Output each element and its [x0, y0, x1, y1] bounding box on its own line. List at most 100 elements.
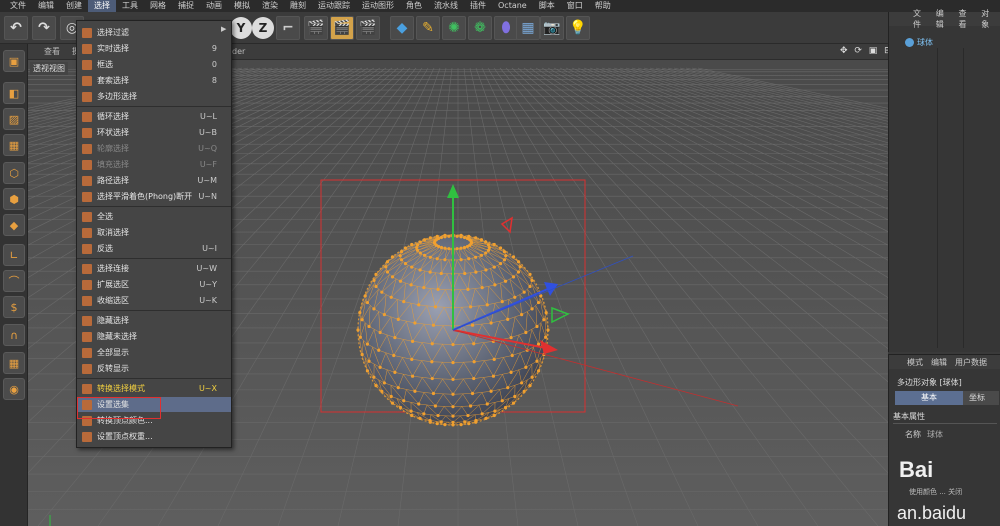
menu-item[interactable]: 流水线 — [428, 0, 464, 12]
solo-icon[interactable]: ◉ — [3, 378, 25, 400]
magnet-icon[interactable]: ∩ — [3, 324, 25, 346]
coordinate-system-icon[interactable]: ⌐ — [276, 16, 300, 40]
menu-item[interactable]: 文件 — [4, 0, 32, 12]
menu-item[interactable]: 编辑 — [32, 0, 60, 12]
select-menu-item[interactable]: 全部显示 — [77, 345, 231, 360]
tweak-mode-icon[interactable]: ⌒ — [3, 270, 25, 292]
select-menu-item[interactable]: 环状选择 U~B — [77, 125, 231, 140]
subdivision-icon[interactable]: ✺ — [442, 16, 466, 40]
menu-item-label: 选择连接 — [97, 264, 129, 273]
menu-item-icon — [82, 59, 92, 70]
menu-item-label: 实时选择 — [97, 44, 129, 53]
om-menu-edit[interactable]: 编辑 — [932, 8, 955, 30]
select-menu-item[interactable]: 选择平滑着色(Phong)断开 U~N — [77, 189, 231, 204]
make-editable-icon[interactable]: ▣ — [3, 50, 25, 72]
select-menu-item[interactable]: 框选 0 — [77, 57, 231, 72]
menu-item-icon — [82, 279, 92, 290]
select-menu-item[interactable]: 多边形选择 — [77, 89, 231, 104]
select-menu-item[interactable]: 循环选择 U~L — [77, 109, 231, 124]
redo-icon[interactable]: ↷ — [32, 16, 56, 40]
om-menu-view[interactable]: 查看 — [955, 8, 978, 30]
camera-icon[interactable]: 📷 — [540, 16, 564, 40]
menu-item[interactable]: 运动图形 — [356, 0, 400, 12]
menu-item[interactable]: 脚本 — [533, 0, 561, 12]
menu-item[interactable]: 捕捉 — [172, 0, 200, 12]
menu-item[interactable]: 角色 — [400, 0, 428, 12]
menu-separator — [77, 378, 231, 379]
axis-mode-icon[interactable]: ∟ — [3, 244, 25, 266]
menu-item-label: 反选 — [97, 244, 113, 253]
menu-item-icon — [82, 175, 92, 186]
menu-item[interactable]: 网格 — [144, 0, 172, 12]
select-menu-item[interactable]: 反转显示 — [77, 361, 231, 376]
render-settings-icon[interactable]: 🎬 — [356, 16, 380, 40]
tab-coord[interactable]: 坐标 — [963, 391, 999, 405]
object-name[interactable]: 球体 — [917, 37, 933, 48]
om-menu-object[interactable]: 对象 — [977, 8, 1000, 30]
workplane-lock-icon[interactable]: ▦ — [3, 352, 25, 374]
menu-item[interactable]: 插件 — [464, 0, 492, 12]
name-field[interactable]: 名称 球体 — [905, 429, 943, 440]
cloner-icon[interactable]: ❁ — [468, 16, 492, 40]
select-menu-item[interactable]: 轮廓选择 U~Q — [77, 141, 231, 156]
render-picture-viewer-icon[interactable]: 🎬 — [330, 16, 354, 40]
select-menu-item[interactable]: 反选 U~I — [77, 241, 231, 256]
object-row-sphere[interactable]: 球体 — [889, 36, 1000, 48]
menu-item-shortcut: U~X — [198, 384, 217, 393]
edges-mode-icon[interactable]: ⬢ — [3, 188, 25, 210]
light-icon[interactable]: 💡 — [566, 16, 590, 40]
select-menu-item[interactable]: 套索选择 8 — [77, 73, 231, 88]
menu-item-label: 隐藏未选择 — [97, 332, 137, 341]
deformer-icon[interactable]: ⬮ — [494, 16, 518, 40]
select-menu-item[interactable]: 取消选择 — [77, 225, 231, 240]
select-menu-item[interactable]: 选择过滤 — [77, 25, 231, 40]
select-menu-item[interactable]: 选择连接 U~W — [77, 261, 231, 276]
am-menu-edit[interactable]: 编辑 — [927, 357, 951, 368]
menu-item[interactable]: Octane — [492, 0, 533, 12]
tab-basic[interactable]: 基本 — [895, 391, 963, 405]
texture-mode-icon[interactable]: ▨ — [3, 108, 25, 130]
axis-z-lock-icon[interactable]: Z — [252, 17, 274, 39]
am-menu-userdata[interactable]: 用户数据 — [951, 357, 991, 368]
select-menu-item[interactable]: 路径选择 U~M — [77, 173, 231, 188]
render-view-icon[interactable]: 🎬 — [304, 16, 328, 40]
model-mode-icon[interactable]: ◧ — [3, 82, 25, 104]
name-value[interactable]: 球体 — [927, 430, 943, 439]
menu-item[interactable]: 动画 — [200, 0, 228, 12]
menu-item[interactable]: 工具 — [116, 0, 144, 12]
attribute-object-title: 多边形对象 [球体] — [897, 378, 962, 387]
workplane-icon[interactable]: ▦ — [3, 134, 25, 156]
am-menu-mode[interactable]: 模式 — [903, 357, 927, 368]
menu-item[interactable]: 运动跟踪 — [312, 0, 356, 12]
select-menu-item[interactable]: 设置顶点权重... — [77, 429, 231, 444]
select-menu-item[interactable]: 实时选择 9 — [77, 41, 231, 56]
menu-item-icon — [82, 431, 92, 442]
select-menu-item[interactable]: 收缩选区 U~K — [77, 293, 231, 308]
select-menu-item[interactable]: 填充选择 U~F — [77, 157, 231, 172]
select-menu-item[interactable]: 隐藏未选择 — [77, 329, 231, 344]
undo-icon[interactable]: ↶ — [4, 16, 28, 40]
attribute-small-labels: 使用颜色 ... 关闭 — [909, 488, 963, 496]
select-menu-item[interactable]: 转换选择模式 U~X — [77, 381, 231, 396]
viewport-menu-view[interactable]: 查看 — [38, 46, 66, 57]
select-menu-item[interactable]: 全选 — [77, 209, 231, 224]
snap-icon[interactable]: $ — [3, 296, 25, 318]
menu-item[interactable]: 雕刻 — [284, 0, 312, 12]
menu-item[interactable]: 渲染 — [256, 0, 284, 12]
menu-item[interactable]: 窗口 — [561, 0, 589, 12]
floor-icon[interactable]: ▦ — [516, 16, 540, 40]
cube-primitive-icon[interactable]: ◆ — [390, 16, 414, 40]
menu-item[interactable]: 选择 — [88, 0, 116, 12]
om-column-divider — [937, 48, 938, 348]
om-menu-file[interactable]: 文件 — [909, 8, 932, 30]
axis-y-lock-icon[interactable]: Y — [230, 17, 252, 39]
points-mode-icon[interactable]: ⬡ — [3, 162, 25, 184]
pen-spline-icon[interactable]: ✎ — [416, 16, 440, 40]
menu-item[interactable]: 帮助 — [589, 0, 617, 12]
select-menu-item[interactable]: 扩展选区 U~Y — [77, 277, 231, 292]
menu-item[interactable]: 创建 — [60, 0, 88, 12]
select-menu-item[interactable]: 隐藏选择 — [77, 313, 231, 328]
menu-item[interactable]: 模拟 — [228, 0, 256, 12]
polygons-mode-icon[interactable]: ◆ — [3, 214, 25, 236]
viewport-nav-icons[interactable]: ✥ ⟳ ▣ ⊟ — [840, 46, 894, 56]
